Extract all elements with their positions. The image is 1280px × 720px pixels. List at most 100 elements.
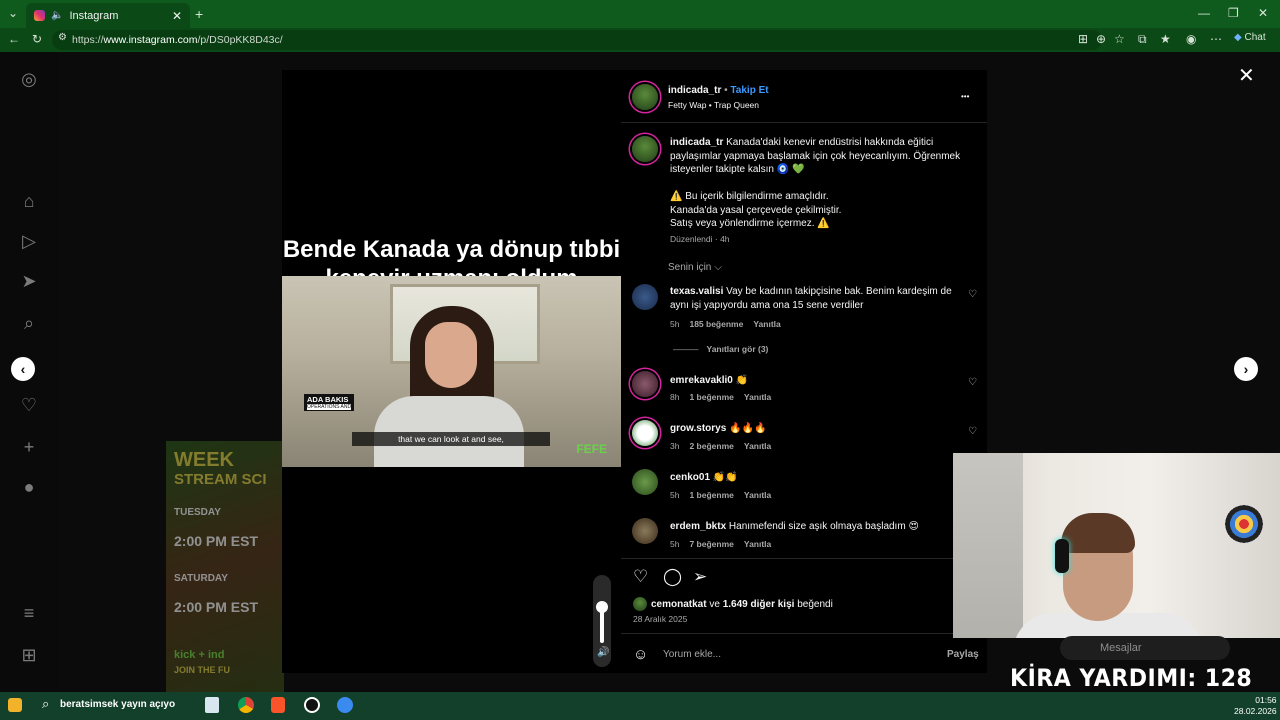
next-post-button[interactable]: › [1234,357,1258,381]
author-avatar[interactable] [632,84,658,110]
comment-bubble-icon[interactable]: ◯ [663,567,682,587]
apps-icon[interactable]: ⊞ [1078,32,1088,46]
taskbar-stream-title: beratsimsek yayın açıyo [60,699,176,710]
audio-track[interactable]: Fetty Wap • Trap Queen [668,99,759,113]
volume-knob[interactable] [596,601,608,613]
like-heart-icon[interactable]: ♡ [633,567,648,587]
chrome-icon[interactable] [238,697,254,713]
tab-instagram[interactable]: 🔈 Instagram ✕ [26,3,190,28]
disclaimer-line-1: ⚠️ Bu içerik bilgilendirme amaçlıdır. [670,191,829,202]
emoji-picker-icon[interactable]: ☺ [633,646,648,663]
comment-sort-dropdown[interactable]: Senin için ⌵ [668,262,732,273]
address-bar[interactable]: https://www.instagram.com/p/DS0pKK8D43c/ [52,30,1102,50]
comment-time: 5h [670,490,680,500]
profile-avatar-icon[interactable]: ◉ [1186,32,1196,46]
reel-video-player[interactable]: Bende Kanada ya dönup tıbbi kenevir uzma… [282,70,621,673]
brave-icon[interactable] [271,697,285,713]
comment-input[interactable]: Yorum ekle... [663,649,721,660]
author-username[interactable]: indicada_tr [668,85,721,96]
comment-likes[interactable]: 7 beğenme [689,539,733,549]
comment-item: grow.storys 🔥🔥🔥 [670,422,766,436]
edge-icon[interactable] [337,697,353,713]
likes-summary[interactable]: cemonatkat ve 1.649 diğer kişi beğendi [651,598,833,612]
more-options-icon[interactable]: ••• [961,90,969,104]
volume-slider[interactable]: 🔊 [593,575,611,667]
reply-button[interactable]: Yanıtla [744,490,771,500]
reply-button[interactable]: Yanıtla [744,539,771,549]
comment-avatar[interactable] [632,420,658,446]
comment-like-heart-icon[interactable]: ♡ [968,426,977,437]
calculator-icon[interactable] [205,697,219,713]
tab-audio-icon[interactable]: 🔈 [51,10,63,21]
extensions-icon[interactable]: ⧉ [1138,32,1147,47]
system-clock[interactable]: 01:56 28.02.2026 [1234,695,1277,717]
create-plus-icon[interactable]: + [18,436,40,458]
comment-like-heart-icon[interactable]: ♡ [968,289,977,300]
comment-likes[interactable]: 2 beğenme [689,441,733,451]
explore-icon[interactable]: ➤ [18,270,40,292]
back-arrow-icon[interactable]: ← [8,32,20,46]
comment-likes[interactable]: 1 beğenme [689,392,733,402]
volume-speaker-icon[interactable]: 🔊 [597,647,609,658]
minimize-icon[interactable]: — [1198,6,1210,20]
share-comment-button[interactable]: Paylaş [947,649,979,660]
comment-username[interactable]: cenko01 [670,472,710,483]
reply-button[interactable]: Yanıtla [744,392,771,402]
tab-close-icon[interactable]: ✕ [172,9,182,23]
comment-item: cenko01 👏👏 [670,471,738,485]
comment-username[interactable]: erdem_bktx [670,521,726,532]
browser-tab-bar: ⌄ 🔈 Instagram ✕ + — ❐ ✕ [0,0,1280,28]
comment-likes[interactable]: 185 beğenme [689,319,743,329]
bookmark-star-icon[interactable]: ☆ [1114,32,1125,46]
reply-button[interactable]: Yanıtla [753,319,780,329]
previous-post-button[interactable]: ‹ [11,357,35,381]
reply-button[interactable]: Yanıtla [744,441,771,451]
follow-button[interactable]: Takip Et [730,85,768,96]
comment-username[interactable]: emrekavakli0 [670,375,733,386]
comment-like-heart-icon[interactable]: ♡ [968,377,977,388]
new-tab-plus-icon[interactable]: + [195,6,203,22]
obs-icon[interactable] [304,697,320,713]
comment-avatar[interactable] [632,284,658,310]
home-icon[interactable]: ⌂ [18,190,40,212]
menu-dots-icon[interactable]: ⋯ [1210,32,1222,46]
start-button-icon[interactable] [8,698,22,712]
messages-pill[interactable]: Mesajlar [1060,636,1230,660]
favorites-icon[interactable]: ★ [1160,32,1171,46]
comment-avatar[interactable] [632,469,658,495]
reload-icon[interactable]: ↻ [32,32,42,46]
likes-count[interactable]: 1.649 diğer kişi [723,599,795,610]
reels-icon[interactable]: ▷ [18,230,40,252]
zoom-icon[interactable]: ⊕ [1096,32,1106,46]
close-modal-icon[interactable]: ✕ [1238,63,1255,88]
profile-icon[interactable]: ● [18,476,40,498]
comment-meta: 8h 1 beğenme Yanıtla [670,392,781,402]
tab-list-chevron-icon[interactable]: ⌄ [8,6,18,20]
comment-avatar[interactable] [632,518,658,544]
copilot-icon: ◆ [1234,32,1242,43]
more-menu-icon[interactable]: ≡ [18,602,40,624]
taskbar-search-icon[interactable]: ⌕ [42,696,49,712]
notifications-heart-icon[interactable]: ♡ [18,394,40,416]
comment-likes[interactable]: 1 beğenme [689,490,733,500]
also-from-meta-icon[interactable]: ⊞ [18,644,40,666]
url-path: /p/DS0pKK8D43c/ [197,34,283,46]
likes-lead-user[interactable]: cemonatkat [651,599,707,610]
comment-username[interactable]: grow.storys [670,423,726,434]
replies-line: ——— [673,344,699,354]
restore-icon[interactable]: ❐ [1228,6,1239,20]
tab-title: Instagram [69,9,119,22]
view-replies-button[interactable]: ——— Yanıtları gör (3) [673,344,778,354]
site-info-icon[interactable]: ⚙ [58,32,67,43]
liker-avatar[interactable] [633,597,647,611]
copilot-chat-button[interactable]: ◆ Chat [1234,32,1266,43]
caption-username[interactable]: indicada_tr [670,137,723,148]
share-send-icon[interactable]: ➢ [693,567,707,587]
caption-author-avatar[interactable] [632,136,658,162]
window-close-icon[interactable]: ✕ [1258,6,1268,20]
search-icon[interactable]: ⌕ [18,312,40,334]
comment-username[interactable]: texas.valisi [670,286,723,297]
instagram-logo-icon[interactable]: ◎ [18,68,40,90]
comment-avatar[interactable] [632,371,658,397]
comment-meta: 3h 2 beğenme Yanıtla [670,441,781,451]
